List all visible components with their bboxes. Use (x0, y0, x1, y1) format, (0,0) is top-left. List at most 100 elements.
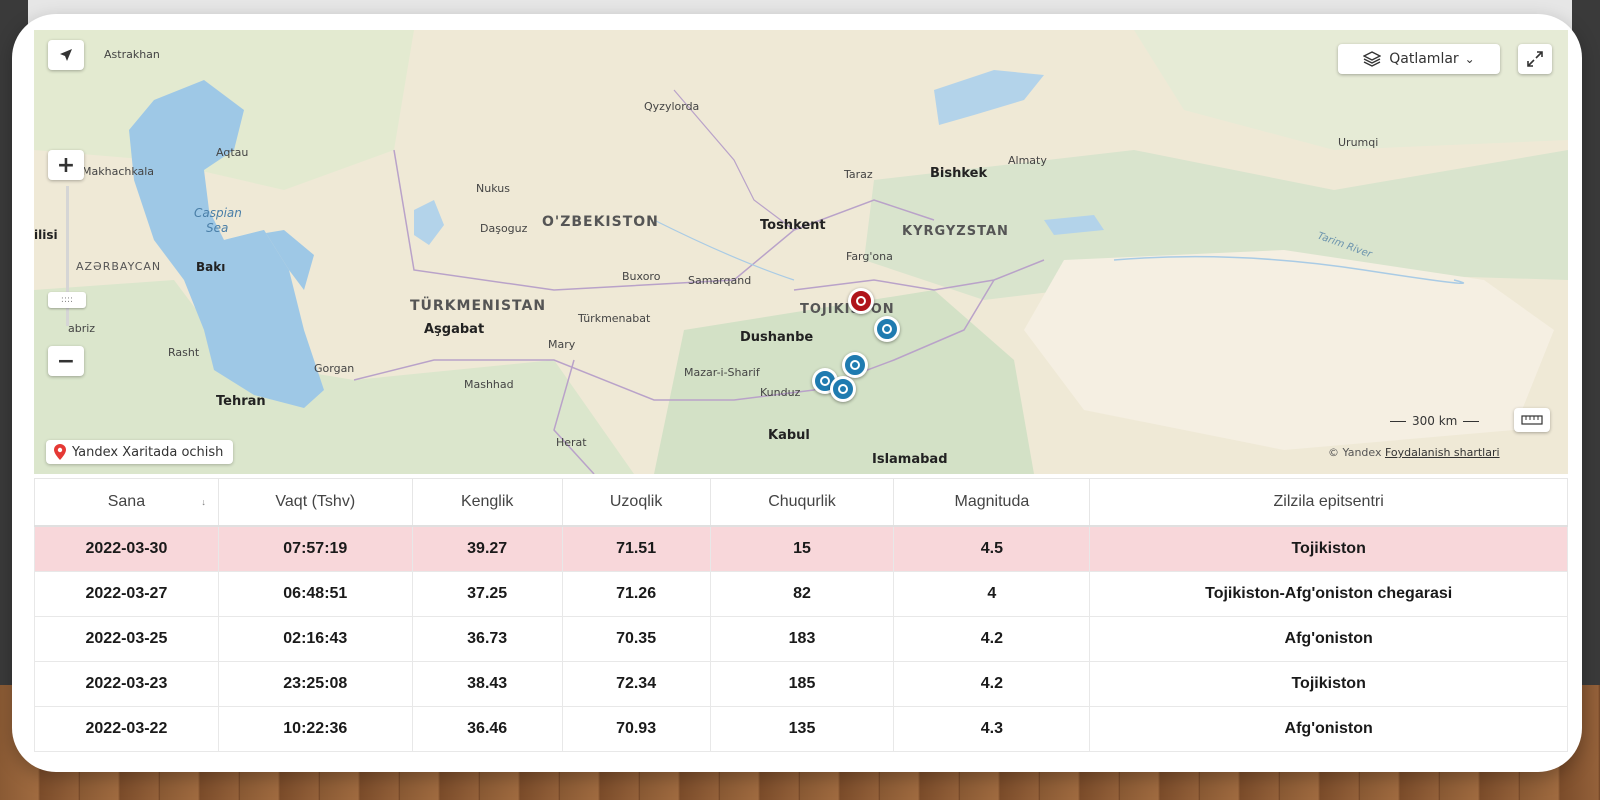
cell-depth: 183 (709, 616, 895, 662)
ruler-button[interactable] (1514, 408, 1550, 432)
table-row[interactable]: 2022-03-30 07:57:19 39.27 71.51 15 4.5 T… (34, 525, 1568, 572)
open-in-yandex-label: Yandex Xaritada ochish (72, 444, 224, 460)
label-caspian: Caspian (194, 206, 242, 220)
label-herat: Herat (556, 436, 587, 449)
scale-bar-right (1463, 420, 1480, 422)
label-asgabat: Aşgabat (424, 322, 485, 337)
label-kabul: Kabul (768, 428, 810, 443)
cell-date: 2022-03-27 (34, 571, 219, 617)
label-makhachkala: Makhachkala (82, 165, 155, 178)
column-header-magnitude[interactable]: Magnituda (893, 478, 1091, 527)
label-gorgan: Gorgan (314, 362, 355, 375)
cell-time: 07:57:19 (217, 525, 413, 572)
label-dasoguz: Daşoguz (480, 222, 528, 235)
cell-depth: 135 (709, 706, 895, 752)
column-header-depth[interactable]: Chuqurlik (709, 478, 895, 527)
label-tehran: Tehran (216, 394, 266, 409)
earthquake-table: Sana ↓ Vaqt (Tshv) Kenglik Uzoqlik Chuqur… (34, 478, 1568, 752)
cell-epicenter: Afg'oniston (1089, 616, 1568, 662)
sort-arrow-icon: ↓ (201, 497, 206, 507)
cell-epicenter: Tojikiston-Afg'oniston chegarasi (1089, 571, 1568, 617)
cell-date: 2022-03-25 (34, 616, 219, 662)
quake-marker-latest[interactable] (848, 288, 874, 314)
quake-marker[interactable] (830, 376, 856, 402)
chevron-down-icon: ⌄ (1464, 52, 1475, 66)
table-row[interactable]: 2022-03-25 02:16:43 36.73 70.35 183 4.2 … (34, 616, 1568, 662)
cell-longitude: 71.51 (561, 525, 711, 572)
cell-latitude: 37.25 (411, 571, 563, 617)
table-row[interactable]: 2022-03-22 10:22:36 36.46 70.93 135 4.3 … (34, 706, 1568, 752)
cell-longitude: 71.26 (561, 571, 711, 617)
label-baki: Bakı (196, 260, 226, 274)
table-row[interactable]: 2022-03-23 23:25:08 38.43 72.34 185 4.2 … (34, 661, 1568, 707)
label-qyzylorda: Qyzylorda (644, 100, 700, 113)
label-mary: Mary (548, 338, 576, 351)
cell-time: 06:48:51 (217, 571, 413, 617)
quake-marker[interactable] (874, 316, 900, 342)
fullscreen-button[interactable] (1518, 44, 1552, 74)
scale-label: 300 km (1412, 414, 1458, 428)
geolocation-button[interactable] (48, 40, 84, 70)
cell-depth: 82 (709, 571, 895, 617)
zoom-in-button[interactable]: + (48, 150, 84, 180)
cell-time: 02:16:43 (217, 616, 413, 662)
cell-magnitude: 4.2 (893, 661, 1091, 707)
label-bishkek: Bishkek (930, 166, 988, 181)
column-header-epicenter[interactable]: Zilzila epitsentri (1089, 478, 1568, 527)
cell-magnitude: 4.5 (893, 525, 1091, 572)
label-nukus: Nukus (476, 182, 510, 195)
layers-label: Qatlamlar (1389, 51, 1459, 67)
plus-icon: + (56, 152, 76, 178)
label-tabriz: abriz (68, 322, 96, 335)
column-header-time[interactable]: Vaqt (Tshv) (217, 478, 413, 527)
label-tbilisi: ilisi (34, 228, 58, 242)
ruler-icon (1521, 415, 1543, 425)
open-in-yandex-button[interactable]: Yandex Xaritada ochish (46, 440, 234, 464)
copyright-text: © Yandex (1328, 446, 1382, 459)
label-tojikiston: TOJIKISTON (800, 302, 895, 317)
table-header-row: Sana ↓ Vaqt (Tshv) Kenglik Uzoqlik Chuqur… (34, 478, 1568, 527)
zoom-out-button[interactable]: − (48, 346, 84, 376)
cell-longitude: 72.34 (561, 661, 711, 707)
cell-magnitude: 4.3 (893, 706, 1091, 752)
label-buxoro: Buxoro (622, 270, 661, 283)
label-taraz: Taraz (844, 168, 873, 181)
cell-date: 2022-03-30 (34, 525, 219, 572)
cell-date: 2022-03-23 (34, 661, 219, 707)
column-header-latitude[interactable]: Kenglik (411, 478, 563, 527)
map-copyright: © Yandex Foydalanish shartlari (1328, 446, 1500, 459)
label-dushanbe: Dushanbe (740, 330, 814, 345)
zoom-slider-handle[interactable]: :::: (48, 292, 86, 308)
cell-depth: 185 (709, 661, 895, 707)
label-turkmenistan: TÜRKMENISTAN (410, 298, 547, 314)
cell-latitude: 36.73 (411, 616, 563, 662)
minus-icon: − (56, 348, 76, 374)
cell-latitude: 39.27 (411, 525, 563, 572)
terms-link[interactable]: Foydalanish shartlari (1385, 446, 1500, 459)
quake-marker[interactable] (842, 352, 868, 378)
label-islamabad: Islamabad (872, 452, 948, 467)
cell-depth: 15 (709, 525, 895, 572)
label-kunduz: Kunduz (760, 386, 801, 399)
cell-epicenter: Tojikiston (1089, 661, 1568, 707)
layers-icon (1363, 51, 1382, 67)
label-azerbaycan: AZƏRBAYCAN (76, 260, 162, 273)
layers-button[interactable]: Qatlamlar ⌄ (1338, 44, 1500, 74)
column-header-longitude[interactable]: Uzoqlik (561, 478, 711, 527)
label-aqtau: Aqtau (216, 146, 249, 159)
label-sea: Sea (206, 221, 229, 235)
cell-epicenter: Tojikiston (1089, 525, 1568, 572)
cell-longitude: 70.93 (561, 706, 711, 752)
cell-date: 2022-03-22 (34, 706, 219, 752)
map[interactable]: Astrakhan Aqtau Makhachkala Caspian Sea … (34, 30, 1568, 474)
cell-latitude: 36.46 (411, 706, 563, 752)
expand-icon (1527, 51, 1543, 67)
label-turkmenabat: Türkmenabat (578, 312, 651, 325)
cell-latitude: 38.43 (411, 661, 563, 707)
map-scale: 300 km (1390, 414, 1480, 428)
column-header-date[interactable]: Sana ↓ (34, 478, 219, 527)
table-row[interactable]: 2022-03-27 06:48:51 37.25 71.26 82 4 Toj… (34, 571, 1568, 617)
label-urumqi: Urumqi (1338, 136, 1379, 149)
cell-magnitude: 4 (893, 571, 1091, 617)
label-mazar: Mazar-i-Sharif (684, 366, 760, 379)
